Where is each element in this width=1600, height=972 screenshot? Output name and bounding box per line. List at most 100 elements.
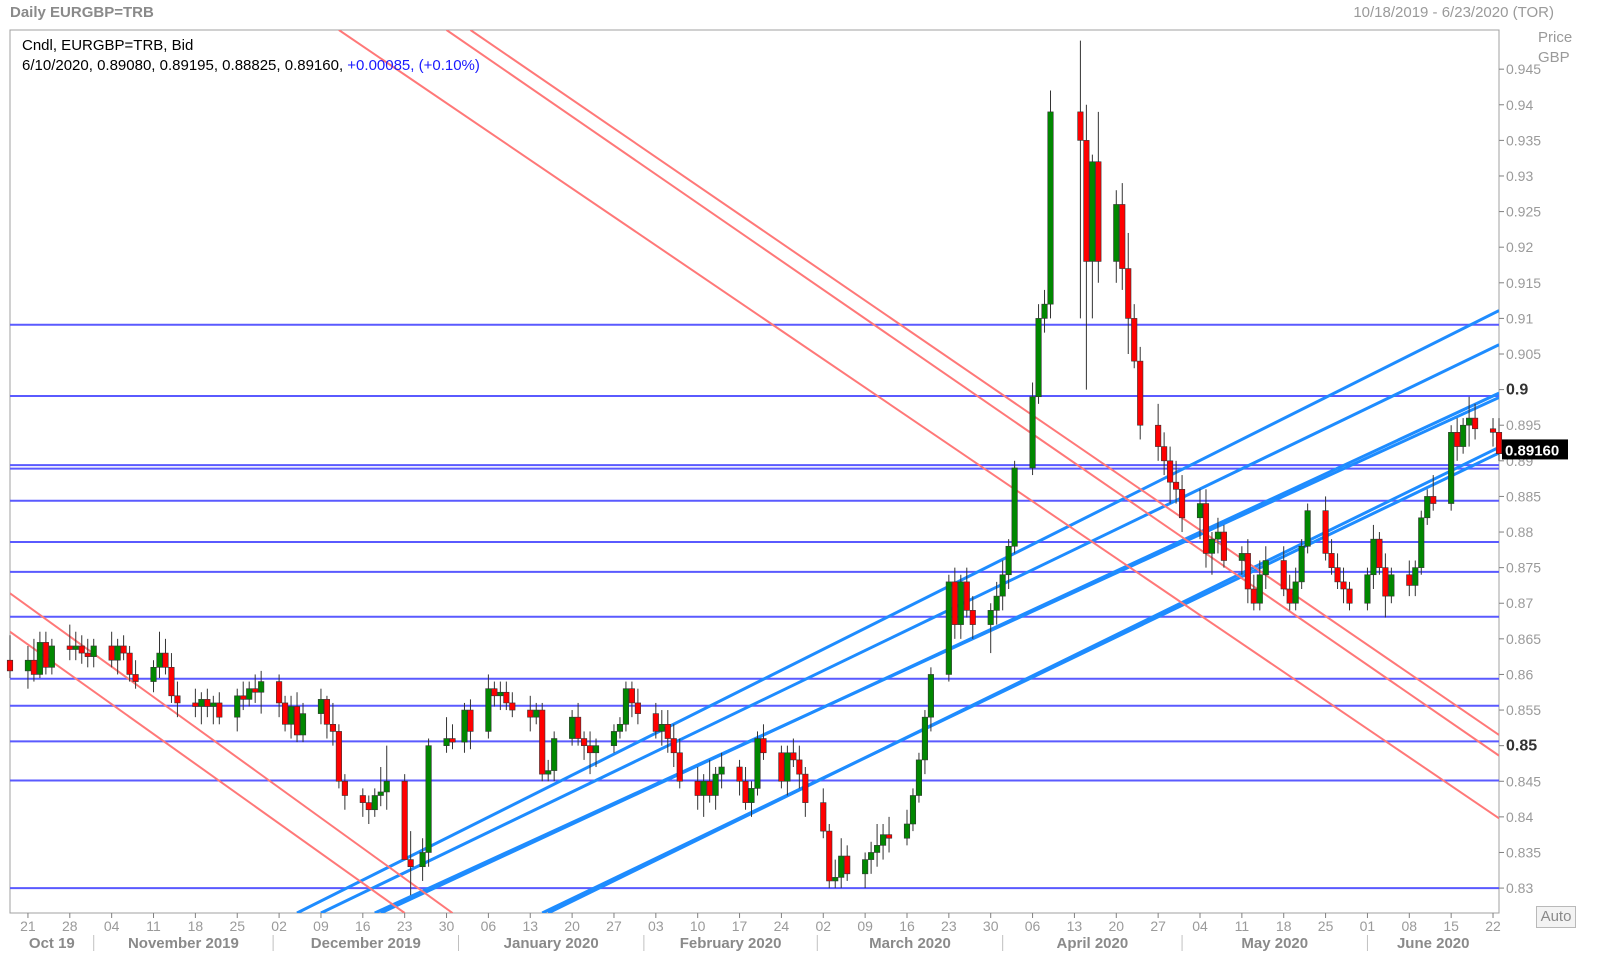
candle-body bbox=[1041, 303, 1048, 319]
y-tick-label: 0.9 bbox=[1506, 382, 1528, 399]
x-tick-label: 25 bbox=[229, 918, 245, 934]
month-label: June 2020 bbox=[1397, 935, 1470, 952]
candle-body bbox=[1388, 574, 1395, 597]
candle-body bbox=[796, 759, 803, 775]
candle-body bbox=[706, 780, 713, 796]
candle-body bbox=[1304, 510, 1311, 547]
candle-body bbox=[156, 652, 163, 668]
candle-body bbox=[652, 713, 659, 732]
candle-body bbox=[1035, 318, 1042, 398]
candle-body bbox=[868, 852, 875, 860]
candle-body bbox=[1292, 581, 1299, 604]
candle-body bbox=[485, 688, 492, 732]
legend: Cndl, EURGBP=TRB, Bid 6/10/2020, 0.89080… bbox=[22, 36, 480, 76]
y-tick-label: 0.835 bbox=[1506, 844, 1541, 860]
candle-body bbox=[288, 706, 295, 725]
candle-body bbox=[425, 745, 432, 853]
candle-body bbox=[114, 645, 121, 661]
candle-body bbox=[700, 780, 707, 796]
month-label: December 2019 bbox=[311, 935, 421, 952]
candle-body bbox=[820, 802, 827, 832]
candle-body bbox=[72, 645, 79, 650]
y-tick-label: 0.85 bbox=[1506, 738, 1537, 755]
candle-body bbox=[742, 780, 749, 803]
candle-body bbox=[1495, 432, 1503, 454]
candle-body bbox=[276, 681, 283, 704]
y-tick-label: 0.855 bbox=[1506, 702, 1541, 718]
candle-body bbox=[569, 716, 576, 739]
candle-body bbox=[443, 738, 450, 746]
candle-body bbox=[1125, 268, 1132, 319]
legend-ohlc: 6/10/2020, 0.89080, 0.89195, 0.88825, 0.… bbox=[22, 56, 480, 76]
candle-body bbox=[748, 788, 755, 803]
candle-body bbox=[545, 770, 552, 775]
candle-body bbox=[120, 645, 127, 654]
candle-body bbox=[299, 713, 307, 736]
y-tick-label: 0.895 bbox=[1506, 417, 1541, 433]
candle-body bbox=[6, 659, 14, 672]
candle-body bbox=[1412, 567, 1419, 586]
candle-body bbox=[826, 830, 833, 882]
candle-body bbox=[844, 855, 851, 875]
x-tick-label: 10 bbox=[690, 918, 706, 934]
candle-body bbox=[987, 610, 994, 625]
candle-body bbox=[240, 695, 247, 700]
x-tick-label: 18 bbox=[188, 918, 204, 934]
candle-body bbox=[1155, 424, 1162, 447]
candle-body bbox=[622, 688, 629, 725]
x-tick-label: 09 bbox=[857, 918, 873, 934]
candle-body bbox=[335, 731, 342, 782]
x-tick-label: 04 bbox=[1192, 918, 1208, 934]
candle-body bbox=[1382, 567, 1389, 597]
candle-body bbox=[1376, 538, 1383, 568]
candle-body bbox=[419, 852, 426, 868]
candle-body bbox=[1454, 432, 1461, 447]
candle-body bbox=[1448, 432, 1455, 504]
candle-body bbox=[371, 795, 378, 811]
x-tick-label: 01 bbox=[1360, 918, 1376, 934]
candle-body bbox=[903, 823, 911, 839]
price-axis-title: Price bbox=[1538, 29, 1573, 46]
x-tick-label: 13 bbox=[522, 918, 538, 934]
candle-body bbox=[1430, 496, 1437, 504]
price-chart[interactable]: 0.83 0.835 0.84 0.845 0.85 0.855 0.86 0.865 0.87… bbox=[0, 0, 1600, 972]
y-tick-label: 0.935 bbox=[1506, 132, 1541, 148]
candle-body bbox=[323, 699, 330, 725]
x-tick-label: 02 bbox=[271, 918, 287, 934]
auto-scale-button[interactable]: Auto bbox=[1536, 906, 1576, 928]
candle-body bbox=[1029, 396, 1036, 469]
candle-body bbox=[1173, 481, 1180, 490]
y-tick-label: 0.845 bbox=[1506, 773, 1541, 789]
candle-body bbox=[1083, 140, 1090, 262]
candle-body bbox=[575, 716, 582, 739]
candle-body bbox=[885, 834, 893, 839]
candle-body bbox=[676, 752, 683, 782]
candle-body bbox=[150, 667, 157, 682]
candle-body bbox=[377, 791, 384, 796]
candle-body bbox=[317, 699, 325, 714]
candle-body bbox=[407, 859, 414, 868]
month-label: April 2020 bbox=[1057, 935, 1129, 952]
candle-body bbox=[718, 766, 725, 775]
candle-body bbox=[1406, 574, 1413, 586]
candle-body bbox=[1322, 510, 1329, 554]
last-price-label: 0.89160 bbox=[1505, 442, 1559, 459]
candle-body bbox=[951, 581, 958, 625]
candle-body bbox=[1280, 560, 1287, 590]
x-tick-label: 16 bbox=[355, 918, 371, 934]
candle-body bbox=[1208, 538, 1216, 554]
candle-body bbox=[969, 610, 976, 625]
candle-body bbox=[204, 699, 211, 707]
candle-body bbox=[1113, 204, 1120, 262]
candle-body bbox=[790, 752, 797, 761]
candle-body bbox=[198, 699, 205, 707]
candle-down bbox=[826, 823, 833, 889]
candle-body bbox=[760, 738, 767, 754]
candle-body bbox=[1334, 567, 1341, 583]
candle-body bbox=[628, 688, 635, 704]
candle-body bbox=[527, 709, 534, 718]
candle-body bbox=[449, 738, 456, 743]
candle-body bbox=[1095, 161, 1102, 262]
candle-up bbox=[425, 738, 432, 867]
candle-body bbox=[778, 752, 785, 782]
